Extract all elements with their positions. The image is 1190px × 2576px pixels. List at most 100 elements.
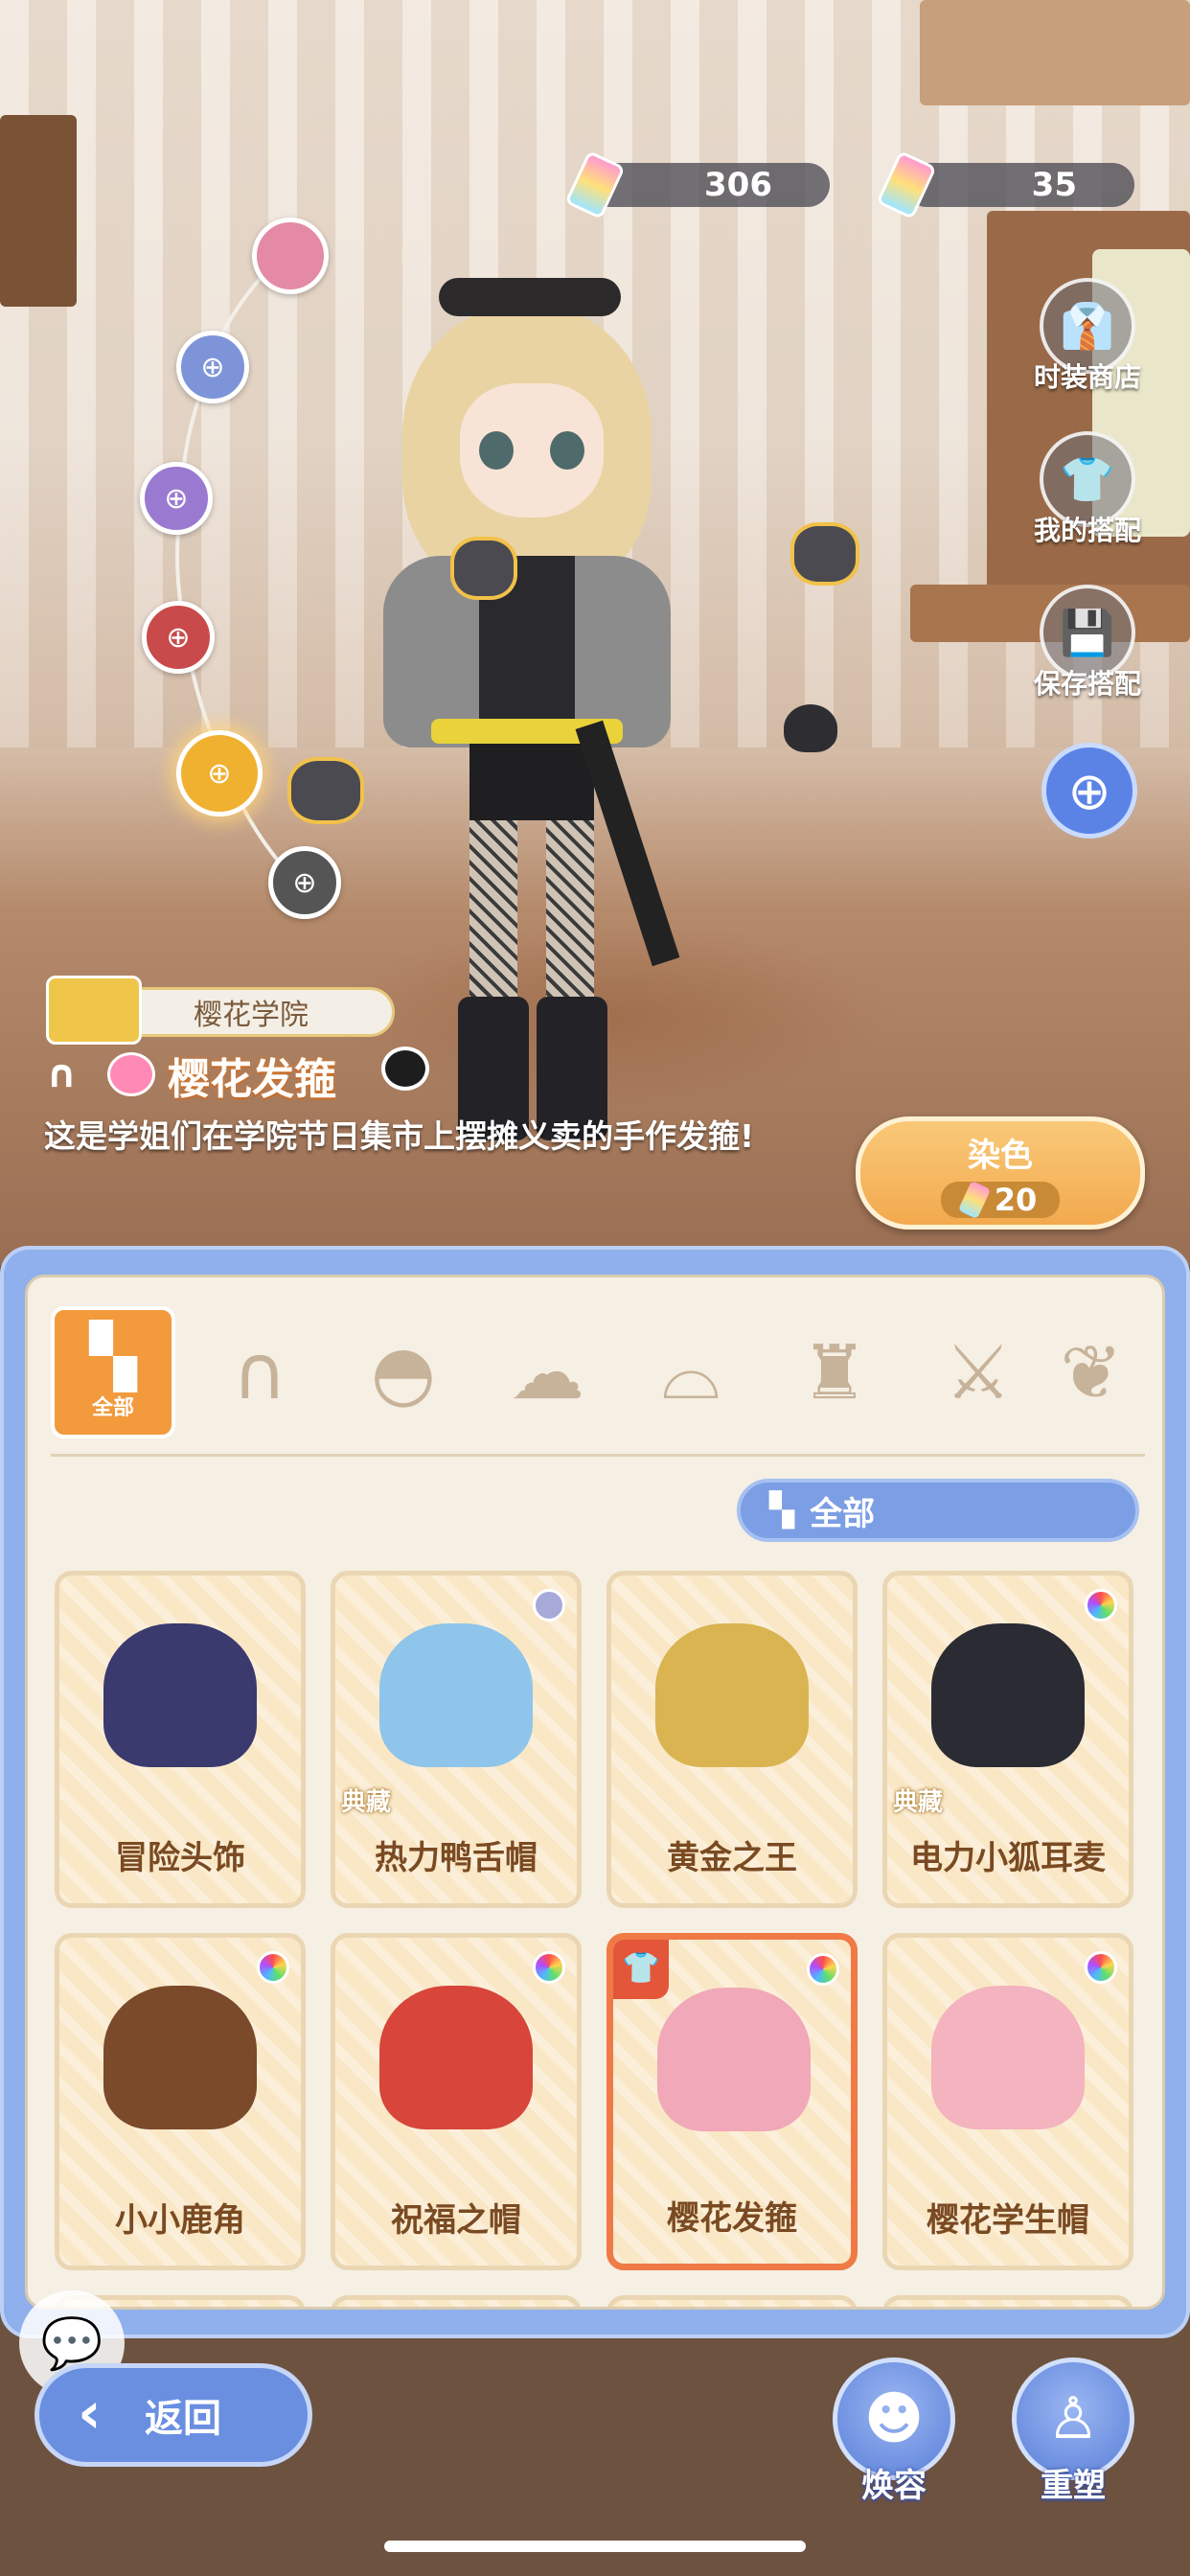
secondary-currency-amount: 35 — [1031, 166, 1077, 204]
item-art — [103, 1623, 257, 1767]
top-icon[interactable]: ♜ — [775, 1316, 894, 1431]
item-label: 祝福之帽 — [391, 2201, 521, 2240]
progress-node-current[interactable] — [252, 218, 329, 294]
makeover-label: 焕容 — [861, 2467, 927, 2505]
right-shelf-top — [920, 0, 1190, 105]
lock-icon: ⊕ — [207, 756, 232, 791]
headband — [439, 278, 621, 316]
floating-pet — [790, 522, 859, 586]
sword-icon[interactable]: ⚔ — [919, 1316, 1038, 1431]
item-grid: 冒险头饰 典藏 热力鸭舌帽 黄金之王 典藏 电力小狐耳麦 小小鹿角 祝福之帽 👕 樱花发箍 樱花学生… — [55, 1571, 1147, 2307]
save-icon: 💾 — [1060, 606, 1115, 658]
set-jacket-icon — [46, 976, 142, 1045]
reshape-label: 重塑 — [1041, 2467, 1106, 2505]
eye-mask-icon[interactable]: ⌓ — [631, 1316, 750, 1431]
progress-node-locked[interactable]: ⊕ — [140, 462, 213, 535]
item-art — [379, 1623, 533, 1767]
lock-icon: ⊕ — [200, 350, 225, 384]
save-outfit-label: 保存搭配 — [1033, 668, 1141, 700]
item-label: 电力小狐耳麦 — [910, 1839, 1106, 1877]
progress-node-locked[interactable]: ⊕ — [176, 331, 249, 403]
item-art — [931, 1986, 1085, 2129]
item-card[interactable]: 👕 樱花发箍 — [606, 1933, 858, 2270]
primary-currency-amount: 306 — [704, 166, 772, 204]
character-scene: 306 35 ⊕ ⊕ ⊕ ⊕ ⊕ 👔 时装商店 👕 我的搭配 💾 保存搭配 ⊕ … — [0, 0, 1190, 1265]
wardrobe-panel: ▚ 全部 ∩ ◓ ☁ ⌓ ♜ ⚔ ❦ ▚ 全部 冒险头饰 典藏 热力鸭舌帽 黄金之王典… — [0, 1246, 1190, 2338]
hair-icon[interactable]: ☁ — [488, 1316, 606, 1431]
item-card[interactable]: 典藏热力鸭舌帽 — [331, 1571, 582, 1908]
item-card[interactable] — [882, 2295, 1133, 2307]
item-card[interactable]: 冒险头饰 — [55, 1571, 306, 1908]
dye-color-icon — [533, 1589, 565, 1622]
left-eye — [479, 431, 514, 470]
item-label: 冒险头饰 — [115, 1839, 245, 1877]
home-indicator[interactable] — [384, 2541, 806, 2552]
back-label: 返回 — [145, 2397, 221, 2441]
dye-cost-amount: 20 — [994, 1181, 1038, 1218]
item-label: 黄金之王 — [667, 1839, 797, 1877]
back-button[interactable]: ‹ 返回 — [34, 2363, 312, 2467]
dyeable-icon — [533, 1951, 565, 1984]
item-card[interactable]: 典藏 电力小狐耳麦 — [882, 1571, 1133, 1908]
item-label: 樱花发箍 — [667, 2199, 797, 2238]
item-label: 小小鹿角 — [115, 2201, 245, 2240]
right-eye — [550, 431, 584, 470]
grid-icon: ▚ — [769, 1491, 795, 1530]
item-label: 热力鸭舌帽 — [375, 1839, 538, 1877]
hanger-shirt-icon: 👕 — [1060, 452, 1115, 505]
fashion-shop-label: 时装商店 — [1033, 361, 1141, 393]
collection-badge: 典藏 — [341, 1788, 392, 1817]
lock-icon: ⊕ — [166, 620, 191, 655]
dyeable-icon — [807, 1953, 839, 1986]
equipped-shirt-icon: 👕 — [613, 1940, 669, 1999]
item-card[interactable] — [606, 2295, 858, 2307]
set-name: 樱花学院 — [194, 999, 309, 1032]
filter-dropdown[interactable]: ▚ 全部 — [737, 1479, 1139, 1542]
shorts — [469, 744, 594, 820]
item-art — [655, 1623, 809, 1767]
dye-bottle-icon — [957, 1180, 991, 1219]
item-name: 樱花发箍 — [168, 1055, 336, 1104]
jacket-icon: 👔 — [1060, 299, 1115, 352]
progress-node-locked[interactable]: ⊕ — [142, 601, 215, 674]
item-art — [379, 1986, 533, 2129]
leaf-icon[interactable]: ❦ — [1063, 1316, 1120, 1431]
item-art — [103, 1986, 257, 2129]
item-card[interactable]: 小小鹿角 — [55, 1933, 306, 2270]
progress-node-active[interactable]: ⊕ — [176, 730, 263, 816]
grid-icon: ▚ — [89, 1322, 137, 1392]
category-all-label: 全部 — [91, 1396, 134, 1420]
item-description: 这是学姐们在学院节日集市上摆摊义卖的手作发箍! — [44, 1117, 755, 1155]
category-all-tab[interactable]: ▚ 全部 — [51, 1306, 175, 1438]
favorite-heart-icon[interactable] — [381, 1046, 429, 1091]
lock-icon: ⊕ — [164, 481, 189, 516]
wardrobe-panel-inner: ▚ 全部 ∩ ◓ ☁ ⌓ ♜ ⚔ ❦ ▚ 全部 冒险头饰 典藏 热力鸭舌帽 黄金之王典… — [25, 1275, 1165, 2310]
tab-divider — [51, 1454, 1145, 1457]
dyeable-icon — [1085, 1589, 1117, 1622]
item-art — [931, 1623, 1085, 1767]
zoom-button[interactable]: ⊕ — [1041, 743, 1137, 839]
item-label: 樱花学生帽 — [927, 2201, 1089, 2240]
secondary-currency: 35 — [904, 163, 1134, 207]
figure-icon: ♙ — [1047, 2385, 1099, 2452]
dye-cost: 20 — [940, 1180, 1061, 1219]
face-icon: ☻ — [863, 2385, 925, 2452]
floating-cat — [784, 704, 837, 752]
filter-label: 全部 — [810, 1494, 876, 1533]
cat-ears-icon[interactable]: ∩ — [200, 1316, 319, 1431]
mask-icon[interactable]: ◓ — [344, 1316, 463, 1431]
dyeable-icon — [257, 1951, 289, 1984]
lock-icon: ⊕ — [292, 865, 317, 900]
magnifier-plus-icon: ⊕ — [1067, 760, 1111, 821]
progress-node-locked[interactable]: ⊕ — [268, 846, 341, 919]
dyeable-icon — [1085, 1951, 1117, 1984]
item-card[interactable]: 祝福之帽 — [331, 1933, 582, 2270]
category-tabs: ∩ ◓ ☁ ⌓ ♜ ⚔ ❦ — [200, 1316, 1120, 1431]
dye-button[interactable]: 染色 20 — [856, 1116, 1145, 1230]
item-card[interactable] — [331, 2295, 582, 2307]
floating-pet — [450, 537, 517, 600]
item-art — [657, 1988, 811, 2131]
item-card[interactable]: 樱花学生帽 — [882, 1933, 1133, 2270]
heart-rarity-icon — [107, 1052, 155, 1096]
item-card[interactable]: 黄金之王 — [606, 1571, 858, 1908]
